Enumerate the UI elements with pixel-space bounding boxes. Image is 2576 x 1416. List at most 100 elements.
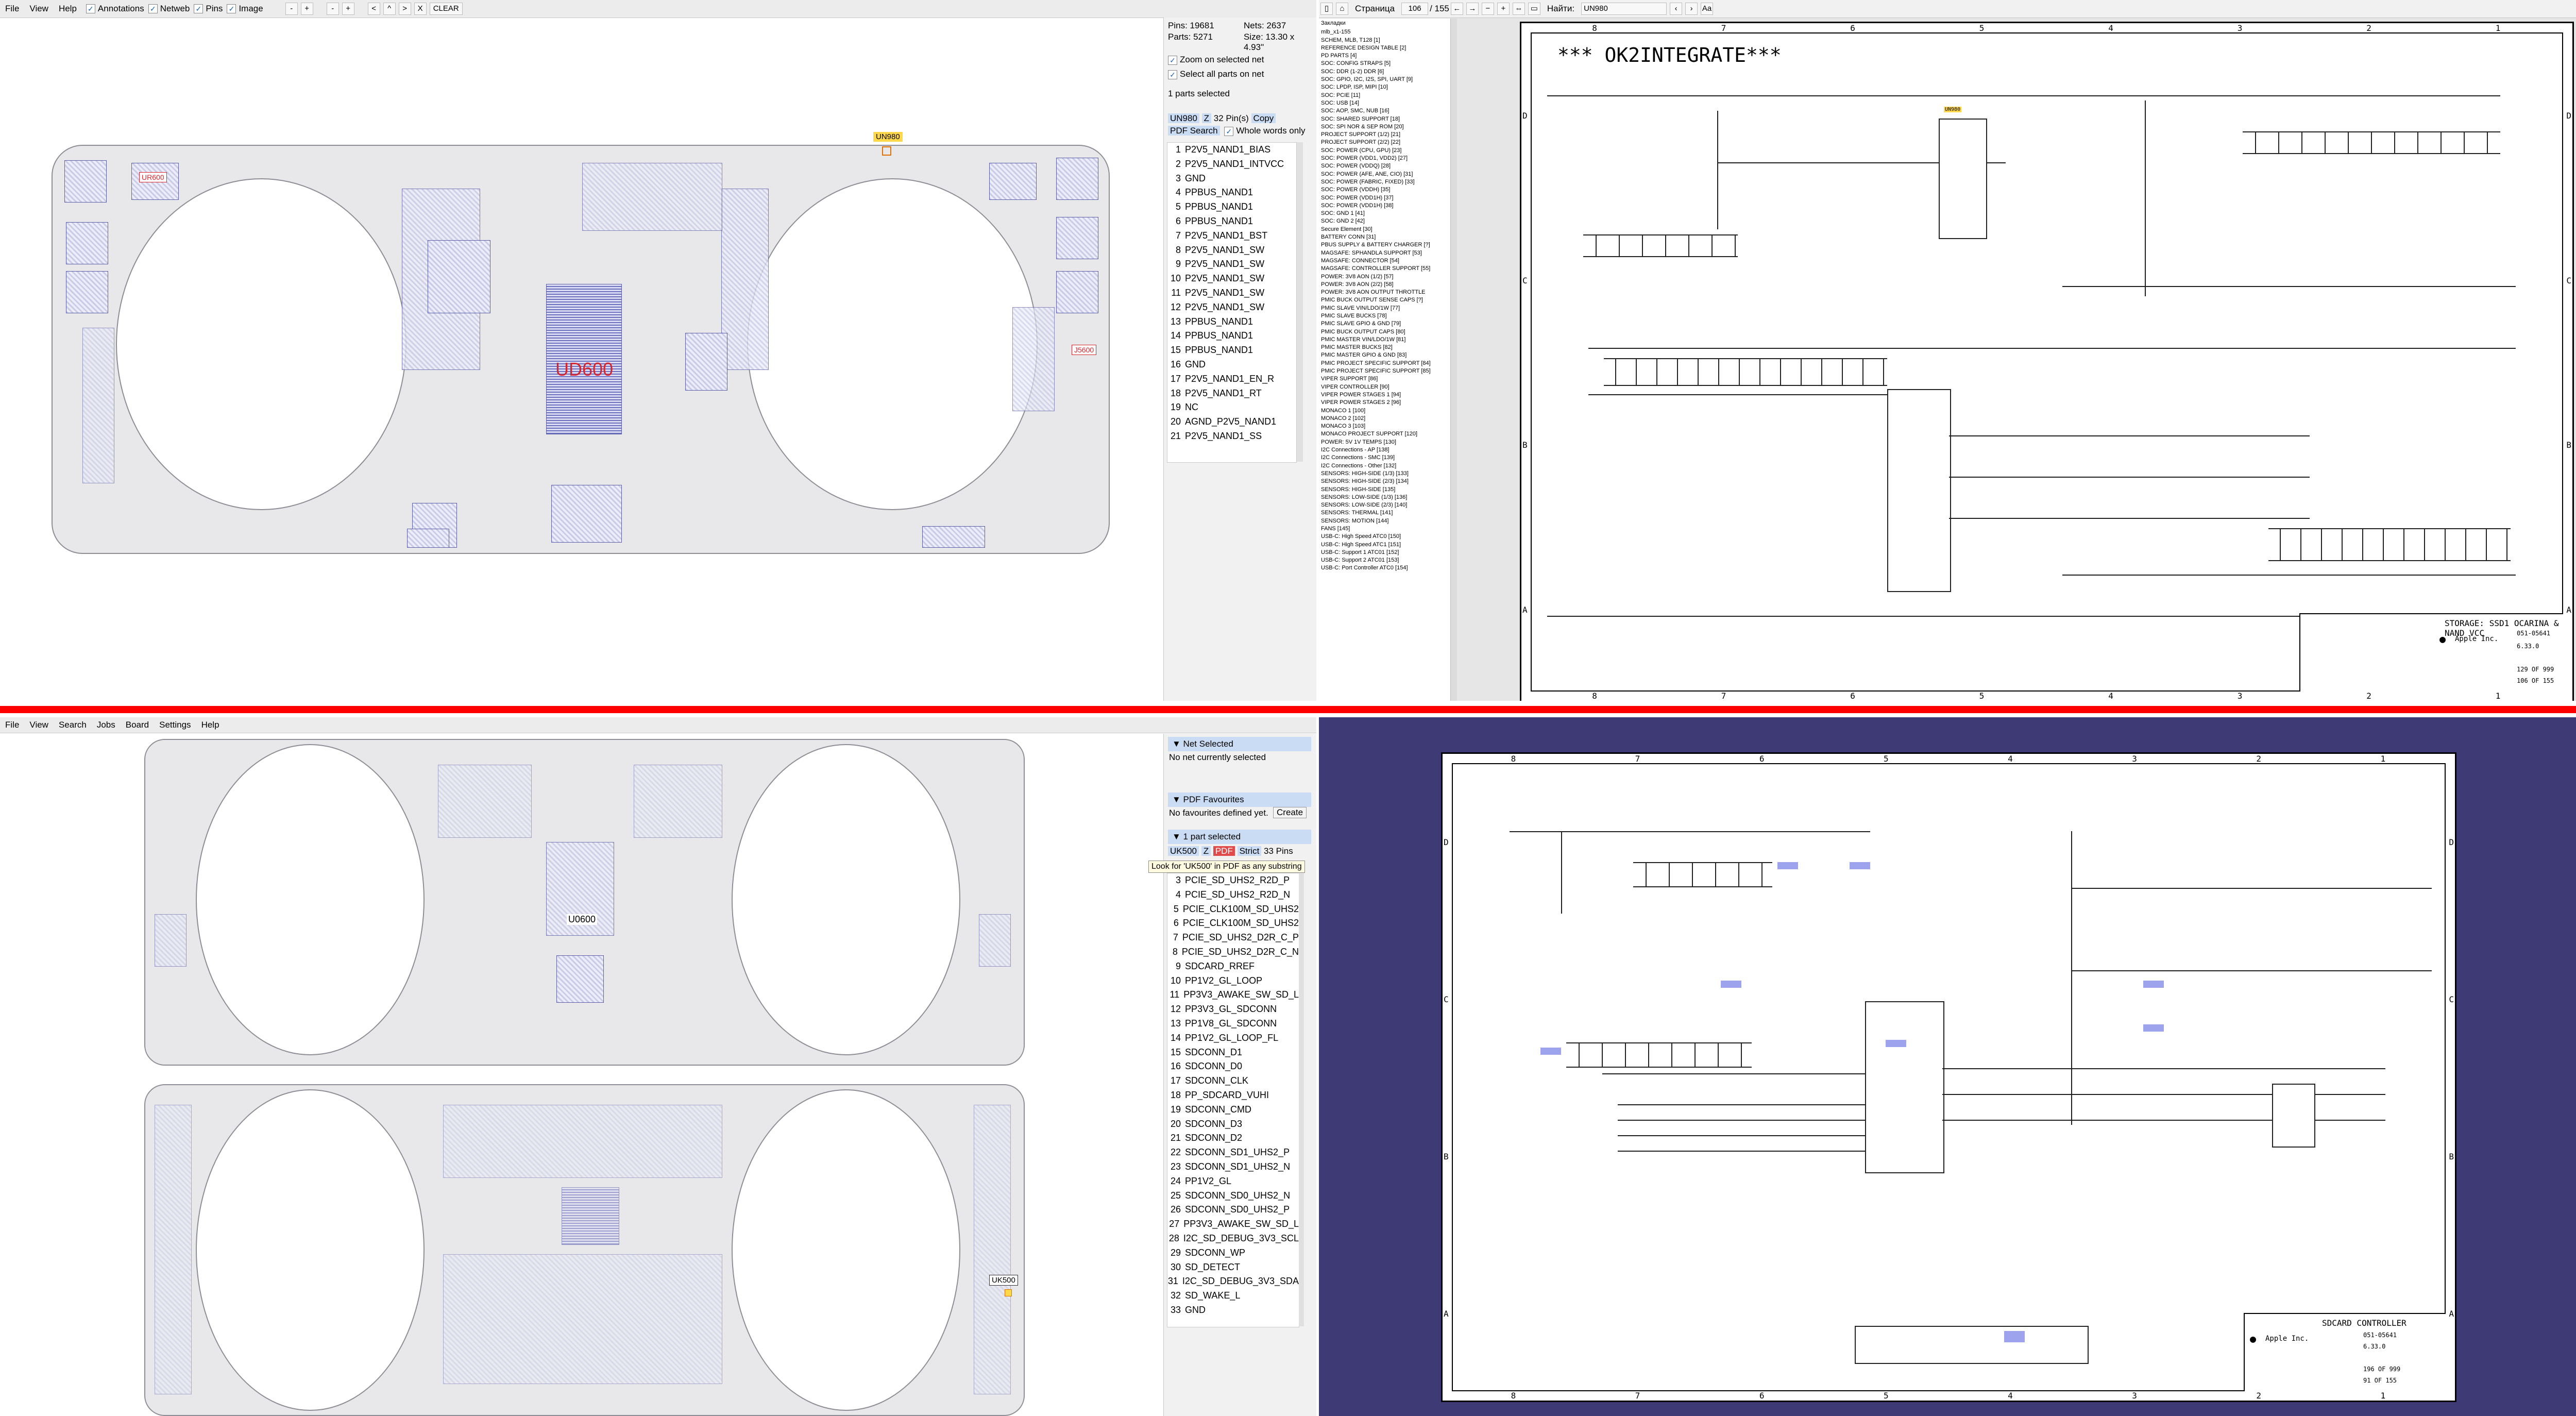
outline-item[interactable]: SENSORS: HIGH-SIDE [135] (1321, 486, 1450, 494)
pin-row[interactable]: 32 SD_WAKE_L (1167, 1289, 1299, 1303)
menu-view[interactable]: View (24, 720, 54, 730)
outline-item[interactable]: PMIC PROJECT SPECIFIC SUPPORT [85] (1321, 367, 1450, 375)
outline-item[interactable]: SOC: USB [14] (1321, 99, 1450, 107)
outline-item[interactable]: USB-C: High Speed ATC1 [151] (1321, 541, 1450, 549)
outline-item[interactable]: SOC: POWER (AFE, ANE, CIO) [31] (1321, 171, 1450, 178)
outline-item[interactable]: I2C Connections - AP [138] (1321, 446, 1450, 454)
outline-item[interactable]: MONACO PROJECT SUPPORT [120] (1321, 430, 1450, 438)
outline-item[interactable]: mlb_x1-155 (1321, 28, 1450, 36)
outline-item[interactable]: MAGSAFE: SPHANDLA SUPPORT [53] (1321, 249, 1450, 257)
fit-page-icon[interactable]: ▭ (1528, 3, 1540, 15)
fit-width-icon[interactable]: ⇔ (1512, 3, 1525, 15)
outline-item[interactable]: SOC: DDR (1-2) DDR [6] (1321, 68, 1450, 76)
outline-item[interactable]: SOC: LPDP, ISP, MIPI [10] (1321, 83, 1450, 91)
menu-file[interactable]: File (0, 4, 24, 14)
create-favourite-button[interactable]: Create (1273, 807, 1307, 818)
outline-item[interactable]: PMIC BUCK OUTPUT CAPS [80] (1321, 328, 1450, 336)
pin-list-scrollbar[interactable] (1299, 873, 1304, 1326)
pin-row[interactable]: 26 SDCONN_SD0_UHS2_P (1167, 1203, 1299, 1217)
outline-item[interactable]: SOC: SPI NOR & SEP ROM [20] (1321, 123, 1450, 131)
pin-row[interactable]: 10 P2V5_NAND1_SW (1167, 272, 1296, 286)
pin-row[interactable]: 9 SDCARD_RREF (1167, 959, 1299, 974)
outline-item[interactable]: SOC: POWER (VDDH) [35] (1321, 186, 1450, 194)
pin-row[interactable]: 21 SDCONN_D2 (1167, 1131, 1299, 1145)
pin-row[interactable]: 20 AGND_P2V5_NAND1 (1167, 415, 1296, 429)
pin-row[interactable]: 10 PP1V2_GL_LOOP (1167, 974, 1299, 988)
pin-row[interactable]: 16 GND (1167, 358, 1296, 372)
find-prev-icon[interactable]: ‹ (1670, 3, 1683, 15)
outline-item[interactable]: VIPER POWER STAGES 2 [96] (1321, 399, 1450, 407)
outline-item[interactable]: SOC: PCIE [11] (1321, 92, 1450, 99)
pin-row[interactable]: 12 P2V5_NAND1_SW (1167, 300, 1296, 315)
outline-item[interactable]: POWER: 3V8 AON OUTPUT THROTTLE (1321, 289, 1450, 296)
outline-item[interactable]: PMIC PROJECT SPECIFIC SUPPORT [84] (1321, 360, 1450, 367)
pin-row[interactable]: 22 SDCONN_SD1_UHS2_P (1167, 1145, 1299, 1160)
clear-button[interactable]: CLEAR (429, 3, 463, 15)
match-case-icon[interactable]: Aa (1701, 3, 1714, 15)
outline-item[interactable]: SOC: POWER (VDDQ) [28] (1321, 162, 1450, 170)
outline-item[interactable]: SENSORS: MOTION [144] (1321, 517, 1450, 525)
outline-item[interactable]: PMIC SLAVE BUCKS [78] (1321, 312, 1450, 320)
zoom-out-icon[interactable]: − (1481, 3, 1494, 15)
annotations-checkbox[interactable]: ✓ (86, 4, 95, 13)
outline-item[interactable]: SOC: GND 2 [42] (1321, 217, 1450, 225)
find-next-icon[interactable]: › (1685, 3, 1698, 15)
outline-item[interactable]: VIPER POWER STAGES 1 [94] (1321, 391, 1450, 399)
outline-item[interactable]: MONACO 1 [100] (1321, 407, 1450, 415)
menu-view[interactable]: View (24, 4, 54, 14)
pin-row[interactable]: 18 P2V5_NAND1_RT (1167, 386, 1296, 401)
pins-checkbox[interactable]: ✓ (194, 4, 204, 13)
pin-row[interactable]: 15 SDCONN_D1 (1167, 1046, 1299, 1060)
scale-up-button[interactable]: + (342, 3, 354, 15)
menu-settings[interactable]: Settings (154, 720, 196, 730)
netweb-checkbox[interactable]: ✓ (148, 4, 158, 13)
pin-row[interactable]: 7 PCIE_SD_UHS2_D2R_C_P (1167, 931, 1299, 945)
close-x-button[interactable]: X (414, 3, 427, 15)
outline-item[interactable]: SOC: POWER (VDD1, VDD2) [27] (1321, 155, 1450, 162)
selected-part-uk500[interactable]: UK500 (989, 1275, 1018, 1286)
pin-row[interactable]: 13 PPBUS_NAND1 (1167, 315, 1296, 329)
pan-up-button[interactable]: ^ (383, 3, 396, 15)
outline-item[interactable]: PMIC MASTER GPIO & GND [83] (1321, 351, 1450, 359)
pdf-favourites-header[interactable]: ▼ PDF Favourites (1168, 793, 1311, 807)
outline-item[interactable]: REFERENCE DESIGN TABLE [2] (1321, 44, 1450, 52)
part-name[interactable]: UK500 (1168, 846, 1199, 856)
outline-item[interactable]: SOC: POWER (VDD1H) [37] (1321, 194, 1450, 202)
pin-row[interactable]: 11 P2V5_NAND1_SW (1167, 286, 1296, 300)
outline-item[interactable]: SOC: POWER (FABRIC, FIXED) [33] (1321, 178, 1450, 186)
pin-row[interactable]: 14 PP1V2_GL_LOOP_FL (1167, 1031, 1299, 1046)
pin-row[interactable]: 8 PCIE_SD_UHS2_D2R_C_N (1167, 945, 1299, 959)
part-z-button[interactable]: Z (1201, 846, 1211, 856)
outline-item[interactable]: SOC: POWER (VDD1H) [38] (1321, 202, 1450, 210)
outline-item[interactable]: SENSORS: HIGH-SIDE (2/3) [134] (1321, 478, 1450, 485)
outline-item[interactable]: I2C Connections - SMC [139] (1321, 454, 1450, 462)
outline-scrollbar[interactable] (1451, 19, 1457, 701)
outline-item[interactable]: POWER: 3V8 AON (1/2) [57] (1321, 273, 1450, 281)
pdf-button[interactable]: PDF (1213, 846, 1235, 856)
pin-row[interactable]: 16 SDCONN_D0 (1167, 1059, 1299, 1074)
outline-item[interactable]: PMIC SLAVE GPIO & GND [79] (1321, 320, 1450, 328)
outline-item[interactable]: SOC: GPIO, I2C, I2S, SPI, UART [9] (1321, 76, 1450, 83)
outline-item[interactable]: POWER: 3V8 AON (2/2) [58] (1321, 281, 1450, 289)
outline-item[interactable]: MONACO 3 [103] (1321, 423, 1450, 430)
pin-row[interactable]: 2 P2V5_NAND1_INTVCC (1167, 157, 1296, 172)
outline-item[interactable]: PMIC SLAVE VIN/LDO/1W [77] (1321, 305, 1450, 312)
outline-item[interactable]: USB-C: High Speed ATC0 [150] (1321, 533, 1450, 541)
outline-item[interactable]: I2C Connections - Other [132] (1321, 462, 1450, 470)
page-number-input[interactable]: 106 (1401, 3, 1429, 15)
pin-row[interactable]: 6 PPBUS_NAND1 (1167, 214, 1296, 229)
pin-row[interactable]: 15 PPBUS_NAND1 (1167, 343, 1296, 358)
pin-list-scrollbar[interactable] (1297, 142, 1303, 462)
pan-right-button[interactable]: > (398, 3, 411, 15)
pin-row[interactable]: 28 I2C_SD_DEBUG_3V3_SCL (1167, 1232, 1299, 1246)
whole-words-checkbox[interactable]: ✓ (1224, 126, 1234, 136)
pin-row[interactable]: 30 SD_DETECT (1167, 1260, 1299, 1275)
outline-item[interactable]: PROJECT SUPPORT (2/2) [22] (1321, 139, 1450, 146)
pin-row[interactable]: 5 PPBUS_NAND1 (1167, 200, 1296, 214)
pin-row[interactable]: 23 SDCONN_SD1_UHS2_N (1167, 1160, 1299, 1174)
pin-row[interactable]: 7 P2V5_NAND1_BST (1167, 229, 1296, 243)
open-file-icon[interactable]: ⌂ (1336, 3, 1348, 15)
outline-item[interactable]: PROJECT SUPPORT (1/2) [21] (1321, 131, 1450, 139)
select-all-parts-option[interactable]: ✓ Select all parts on net (1168, 69, 1264, 79)
bottom-board-canvas[interactable]: U0600 UK500 (0, 734, 1162, 1416)
